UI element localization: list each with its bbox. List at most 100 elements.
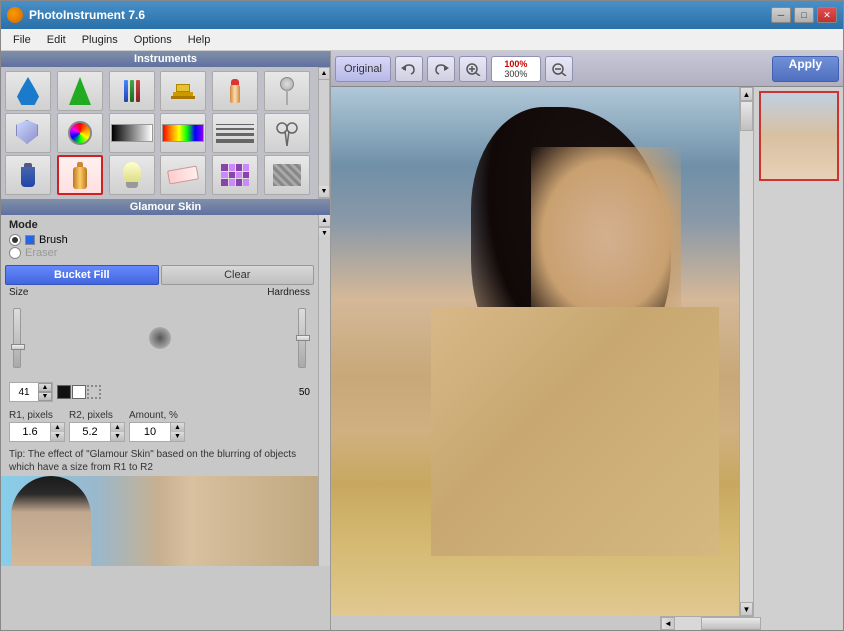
glamour-scroll-up[interactable]: ▲ [319, 215, 330, 227]
r1-spinners: ▲ ▼ [50, 423, 64, 441]
tool-bulb[interactable] [109, 155, 155, 195]
original-button[interactable]: Original [335, 56, 391, 82]
bottle-icon [73, 162, 87, 189]
brush-label: Brush [39, 234, 68, 246]
r2-down-button[interactable]: ▼ [110, 432, 124, 441]
zoom-in-icon [465, 62, 481, 76]
foreground-color-box[interactable] [57, 385, 71, 399]
tip-text: Tip: The effect of "Glamour Skin" based … [1, 446, 318, 476]
brush-option[interactable]: Brush [9, 234, 310, 246]
glamour-scroll-down[interactable]: ▼ [319, 227, 330, 239]
amount-down-button[interactable]: ▼ [170, 432, 184, 441]
hardness-slider[interactable] [298, 308, 306, 368]
menu-edit[interactable]: Edit [39, 32, 74, 48]
scroll-down-button[interactable]: ▼ [740, 602, 753, 616]
menu-file[interactable]: File [5, 32, 39, 48]
tool-water-drop[interactable] [5, 71, 51, 111]
canvas-scroll-h: ◄ ► [661, 616, 753, 630]
eraser-label: Eraser [25, 247, 57, 259]
tool-color-wheel[interactable] [57, 113, 103, 153]
tool-pencils[interactable] [109, 71, 155, 111]
hardness-thumb[interactable] [296, 335, 310, 341]
tool-stamp[interactable] [160, 71, 206, 111]
stamp-icon [171, 84, 195, 99]
canvas-area: ↙ ▲ ▼ [331, 87, 753, 616]
tool-bottle[interactable] [57, 155, 103, 195]
close-button[interactable]: ✕ [817, 7, 837, 23]
tool-rainbow[interactable] [160, 113, 206, 153]
tool-cloth[interactable] [264, 155, 310, 195]
r1-input[interactable] [10, 423, 50, 441]
r2-input[interactable] [70, 423, 110, 441]
app-window: PhotoInstrument 7.6 ─ □ ✕ File Edit Plug… [0, 0, 844, 631]
tool-scissors[interactable] [264, 113, 310, 153]
hardness-slider-container [294, 304, 310, 372]
clear-button[interactable]: Clear [161, 265, 315, 285]
brush-radio[interactable] [9, 234, 21, 246]
size-input-group: ▲ ▼ [9, 382, 53, 402]
main-area: Instruments [1, 51, 843, 630]
titlebar-left: PhotoInstrument 7.6 [7, 7, 145, 23]
tool-shield[interactable] [5, 113, 51, 153]
apply-button[interactable]: Apply [772, 56, 839, 82]
bucket-fill-button[interactable]: Bucket Fill [5, 265, 159, 285]
glamour-with-scroll: Mode Brush Eraser [1, 215, 330, 566]
r1-input-row: ▲ ▼ [9, 422, 65, 442]
transparent-color-box[interactable] [87, 385, 101, 399]
tool-cup[interactable] [5, 155, 51, 195]
scroll-left-button[interactable]: ◄ [661, 617, 675, 630]
background-color-box[interactable] [72, 385, 86, 399]
size-thumb[interactable] [11, 344, 25, 350]
zoom-out-button[interactable] [545, 56, 573, 82]
r2-spinners: ▲ ▼ [110, 423, 124, 441]
toolbar: Original 100% 300% Apply [331, 51, 843, 87]
mode-area: Mode Brush Eraser [1, 215, 318, 263]
body-element [431, 307, 719, 556]
size-slider[interactable] [13, 308, 21, 368]
tool-tree[interactable] [57, 71, 103, 111]
instruments-grid [1, 67, 318, 199]
undo-button[interactable] [395, 56, 423, 82]
r2-up-button[interactable]: ▲ [110, 423, 124, 432]
scroll-thumb-v[interactable] [740, 101, 753, 131]
zoom-out-icon [551, 62, 567, 76]
cup-icon [21, 163, 35, 187]
zoom-percent: 100% [504, 59, 527, 69]
tool-pin[interactable] [264, 71, 310, 111]
gradient-icon [111, 124, 153, 142]
tool-mosaic[interactable] [212, 155, 258, 195]
minimize-button[interactable]: ─ [771, 7, 791, 23]
eraser-radio[interactable] [9, 247, 21, 259]
tool-eraser[interactable] [160, 155, 206, 195]
redo-button[interactable] [427, 56, 455, 82]
size-down-button[interactable]: ▼ [38, 392, 52, 401]
canvas-viewport[interactable]: ↙ [331, 87, 739, 616]
instruments-inner [1, 67, 318, 199]
scroll-thumb-h[interactable] [701, 617, 761, 630]
r1-up-button[interactable]: ▲ [50, 423, 64, 432]
glamour-content: Mode Brush Eraser [1, 215, 318, 566]
menu-options[interactable]: Options [126, 32, 180, 48]
amount-input[interactable] [130, 423, 170, 441]
size-spinners: ▲ ▼ [38, 383, 52, 401]
zoom-300: 300% [504, 69, 527, 79]
tool-lines[interactable] [212, 113, 258, 153]
r1-down-button[interactable]: ▼ [50, 432, 64, 441]
instruments-scroll-up[interactable]: ▲ [319, 68, 329, 80]
menu-help[interactable]: Help [180, 32, 219, 48]
scroll-track-h [675, 617, 739, 630]
tool-gradient[interactable] [109, 113, 155, 153]
canvas-scroll-v: ▲ ▼ [739, 87, 753, 616]
instruments-scroll-down[interactable]: ▼ [319, 186, 329, 198]
scroll-up-button[interactable]: ▲ [740, 87, 753, 101]
size-up-button[interactable]: ▲ [38, 383, 52, 392]
size-input[interactable] [10, 383, 38, 401]
menu-plugins[interactable]: Plugins [74, 32, 126, 48]
amount-up-button[interactable]: ▲ [170, 423, 184, 432]
eraser-option[interactable]: Eraser [9, 247, 310, 259]
tool-lipstick[interactable] [212, 71, 258, 111]
sliders-container [5, 298, 314, 378]
zoom-in-button[interactable] [459, 56, 487, 82]
mosaic-icon [221, 164, 249, 186]
maximize-button[interactable]: □ [794, 7, 814, 23]
